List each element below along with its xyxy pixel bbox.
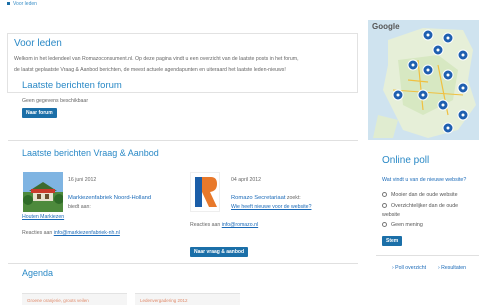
poll-overview-link[interactable]: › Poll overzicht xyxy=(392,265,426,271)
poll-option-label: Geen mening xyxy=(391,222,423,228)
markiezen-image-icon xyxy=(23,172,63,212)
markiezen-thumbnail[interactable] xyxy=(23,172,63,212)
members-map[interactable]: Google xyxy=(368,20,479,140)
radio-button[interactable] xyxy=(382,203,387,209)
item2-subject-link[interactable]: Wie heeft nieuwe voor de website? xyxy=(231,203,311,212)
agenda-card[interactable]: Groene oranjerie, groots veilen xyxy=(22,293,127,305)
vraag-aanbod-button[interactable]: Naar vraag & aanbod xyxy=(190,247,249,257)
poll-option-2[interactable]: Overzichtelijker dan de oude xyxy=(382,203,458,209)
divider xyxy=(376,255,479,256)
breadcrumb[interactable]: Voor leden xyxy=(7,1,37,7)
vraag-aanbod-title: Laatste berichten Vraag & Aanbod xyxy=(22,148,159,158)
poll-option-3[interactable]: Geen mening xyxy=(382,222,423,228)
agenda-card[interactable]: Ledenvergadering 2012 xyxy=(135,293,240,305)
agenda-card-title[interactable]: Ledenvergadering 2012 xyxy=(140,298,188,303)
forum-empty-text: Geen gegevens beschikbaar xyxy=(22,98,89,104)
breadcrumb-label[interactable]: Voor leden xyxy=(13,1,37,7)
forum-button[interactable]: Naar forum xyxy=(22,108,57,118)
poll-option-2-continued: website xyxy=(382,212,400,218)
divider xyxy=(8,140,358,141)
radio-button[interactable] xyxy=(382,192,387,198)
poll-results-label[interactable]: Resultaten xyxy=(441,265,466,271)
forum-title: Laatste berichten forum xyxy=(22,80,122,91)
item1-action: biedt aan: xyxy=(68,204,91,210)
poll-question: Wat vindt u van de nieuwe website? xyxy=(382,177,467,183)
item2-reply-email[interactable]: info@romazo.nl xyxy=(222,222,258,228)
poll-option-1[interactable]: Mooier dan de oude website xyxy=(382,192,458,198)
item1-subject-link[interactable]: Houten Markiezen xyxy=(22,213,64,222)
romazo-logo-icon xyxy=(195,177,217,207)
poll-submit-button[interactable]: Stem xyxy=(382,236,403,246)
online-poll: Online poll Wat vindt u van de nieuwe we… xyxy=(376,150,479,280)
map-marker-icon[interactable] xyxy=(368,20,479,140)
agenda-title: Agenda xyxy=(22,268,54,278)
item1-author[interactable]: Markiezenfabriek Noord-Holland xyxy=(68,194,151,203)
radio-button[interactable] xyxy=(382,222,387,228)
item1-reply-prefix: Reacties aan xyxy=(22,230,53,236)
agenda-card-title[interactable]: Groene oranjerie, groots veilen xyxy=(27,298,89,303)
intro-text-line1: Welkom in het ledendeel van Romazoconsum… xyxy=(14,56,299,62)
item2-author[interactable]: Romazo Secretariaat xyxy=(231,195,285,201)
breadcrumb-bullet-icon xyxy=(7,2,10,6)
intro-text-line2: de laatst geplaatste Vraag & Aanbod beri… xyxy=(14,67,286,73)
page-title: Voor leden xyxy=(14,38,62,49)
poll-option-label: Mooier dan de oude website xyxy=(391,192,458,198)
poll-results-link[interactable]: › Resultaten xyxy=(438,265,466,271)
item2-reply-prefix: Reacties aan xyxy=(190,222,221,228)
item2-date: 04 april 2012 xyxy=(231,177,261,183)
item1-reply-email[interactable]: info@markiezenfabriek-nh.nl xyxy=(54,230,120,236)
poll-overview-label[interactable]: Poll overzicht xyxy=(395,265,426,271)
poll-option-label: Overzichtelijker dan de oude xyxy=(391,203,459,209)
poll-title: Online poll xyxy=(382,155,430,166)
item2-action: zoekt: xyxy=(286,195,301,201)
top-bar: Voor leden xyxy=(0,0,479,18)
divider xyxy=(8,263,358,264)
romazo-logo-thumbnail[interactable] xyxy=(190,172,220,212)
item1-date: 16 juni 2012 xyxy=(68,177,97,183)
